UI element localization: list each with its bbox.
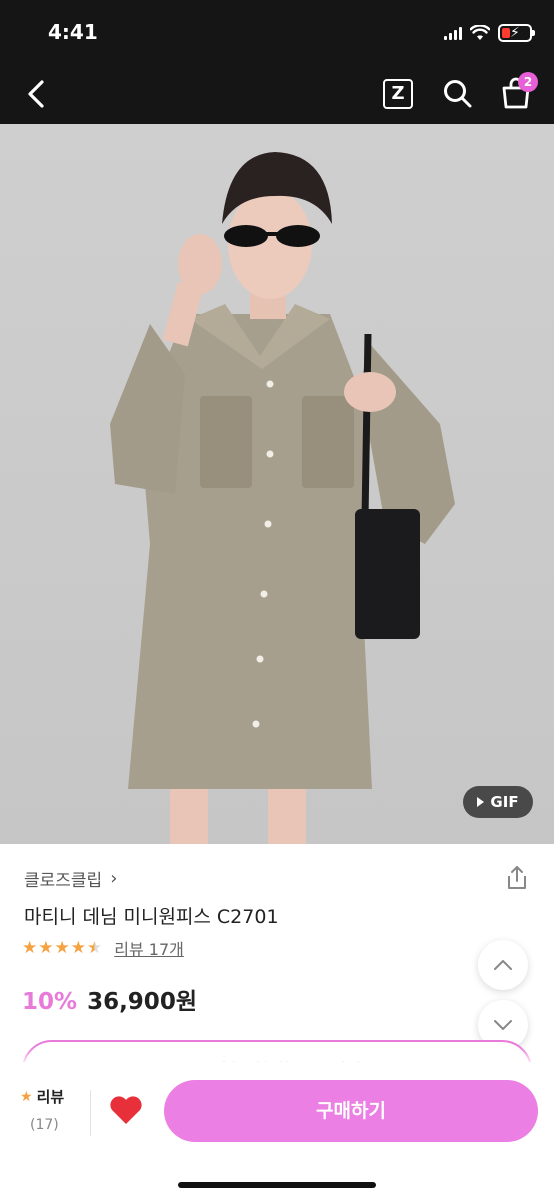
search-icon[interactable] <box>442 78 474 110</box>
wifi-icon <box>470 25 490 40</box>
discount-rate: 10% <box>22 989 78 1015</box>
star-icon: ★ <box>70 938 86 958</box>
review-count: (17) <box>30 1117 59 1133</box>
home-indicator <box>178 1182 376 1188</box>
share-icon[interactable] <box>504 864 530 892</box>
signal-icon <box>444 26 462 40</box>
heart-icon[interactable] <box>108 1094 144 1126</box>
star-icon: ★ <box>22 938 38 958</box>
play-icon <box>477 797 485 807</box>
z-icon[interactable]: Z <box>383 79 413 109</box>
product-title: 마티니 데님 미니원피스 C2701 <box>24 906 279 928</box>
gif-toggle-button[interactable]: GIF <box>463 786 533 818</box>
chevron-right-icon: › <box>110 868 118 889</box>
half-star-icon: ★ <box>87 938 103 958</box>
buy-button[interactable]: 구매하기 <box>164 1080 538 1142</box>
price-row: 10% 36,900원 <box>22 982 197 1016</box>
review-label-text: 리뷰 <box>36 1088 65 1106</box>
review-link[interactable]: 리뷰 17개 <box>114 936 184 960</box>
cart-count-badge: 2 <box>518 72 538 92</box>
chevron-up-icon <box>494 960 512 970</box>
star-icon: ★ <box>54 938 70 958</box>
star-icon: ★ <box>38 938 54 958</box>
rating-stars: ★ ★ ★ ★ ★ <box>22 938 102 958</box>
review-summary-label: ★ 리뷰 <box>20 1086 90 1107</box>
rating-row: ★ ★ ★ ★ ★ 리뷰 17개 <box>22 936 184 960</box>
product-photo-illustration <box>110 152 455 844</box>
brand-name: 클로즈클립 <box>24 871 103 891</box>
brand-link[interactable]: 클로즈클립 › <box>24 866 117 891</box>
status-time: 4:41 <box>48 20 98 44</box>
sale-price: 36,900원 <box>87 989 197 1015</box>
back-icon[interactable] <box>22 76 52 112</box>
review-summary[interactable]: ★ 리뷰 (17) <box>20 1086 90 1133</box>
scroll-up-button[interactable] <box>478 940 528 990</box>
chevron-down-icon <box>494 1020 512 1030</box>
status-icons: ⚡ <box>444 22 535 44</box>
divider <box>90 1090 91 1136</box>
battery-icon: ⚡ <box>498 24 535 42</box>
gif-label: GIF <box>490 793 519 811</box>
product-image[interactable] <box>0 124 554 844</box>
star-icon: ★ <box>20 1088 33 1105</box>
